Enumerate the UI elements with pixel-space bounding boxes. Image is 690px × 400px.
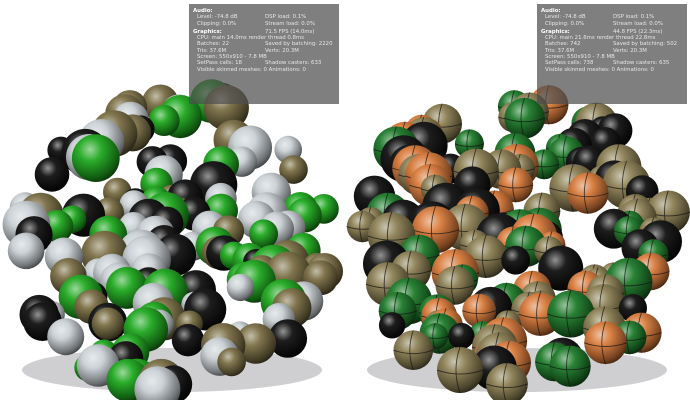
sphere — [437, 347, 483, 393]
sphere — [71, 134, 120, 183]
cpu-timing: CPU: main 21.6ms render thread 22.8ms — [545, 35, 656, 42]
scene-view-comparison: Audio: Level: -74.8 dB DSP load: 0.1% Cli… — [0, 0, 690, 400]
sphere — [584, 321, 627, 365]
tris-count: Tris: 37.6M — [197, 47, 227, 54]
cpu-timing: CPU: main 14.0ms render thread 0.8ms — [197, 35, 304, 42]
sphere — [501, 245, 531, 275]
sphere — [226, 273, 255, 302]
sphere — [217, 347, 246, 377]
audio-level: Level: -74.8 dB — [197, 14, 238, 21]
batches-count: Batches: 742 — [545, 41, 581, 48]
screen-info: Screen: 550x910 - 7.8 MB — [545, 54, 615, 61]
setpass-calls: SetPass calls: 738 — [545, 60, 594, 67]
tris-count: Tris: 37.6M — [545, 47, 575, 54]
sphere — [448, 322, 475, 350]
setpass-calls: SetPass calls: 18 — [197, 60, 242, 67]
audio-clipping: Clipping: 0.0% — [545, 20, 585, 27]
sphere — [549, 345, 591, 387]
stream-load: Stream load: 0.0% — [265, 20, 315, 27]
audio-level: Level: -74.8 dB — [545, 14, 586, 21]
screen-info: Screen: 550x910 - 7.8 MB — [197, 54, 267, 61]
audio-clipping: Clipping: 0.0% — [197, 20, 237, 27]
stream-load: Stream load: 0.0% — [613, 20, 663, 27]
game-view-right[interactable]: Audio: Level: -74.8 dB DSP load: 0.1% Cli… — [345, 0, 690, 400]
sphere — [171, 324, 205, 357]
stats-panel-right: Audio: Level: -74.8 dB DSP load: 0.1% Cli… — [537, 4, 687, 104]
sphere — [91, 307, 124, 340]
game-view-left[interactable]: Audio: Level: -74.8 dB DSP load: 0.1% Cli… — [0, 0, 345, 400]
skinned-meshes: Visible skinned meshes: 0 Animations: 0 — [197, 66, 306, 73]
sphere — [47, 318, 85, 356]
sphere — [393, 330, 434, 371]
sphere — [7, 232, 45, 270]
graphics-heading: Graphics: — [193, 28, 222, 35]
skinned-meshes: Visible skinned meshes: 0 Animations: 0 — [545, 66, 654, 73]
batches-count: Batches: 22 — [197, 41, 230, 48]
graphics-heading: Graphics: — [541, 28, 570, 35]
stats-panel-left: Audio: Level: -74.8 dB DSP load: 0.1% Cli… — [189, 4, 339, 104]
sphere — [34, 157, 70, 192]
sphere — [567, 172, 609, 214]
